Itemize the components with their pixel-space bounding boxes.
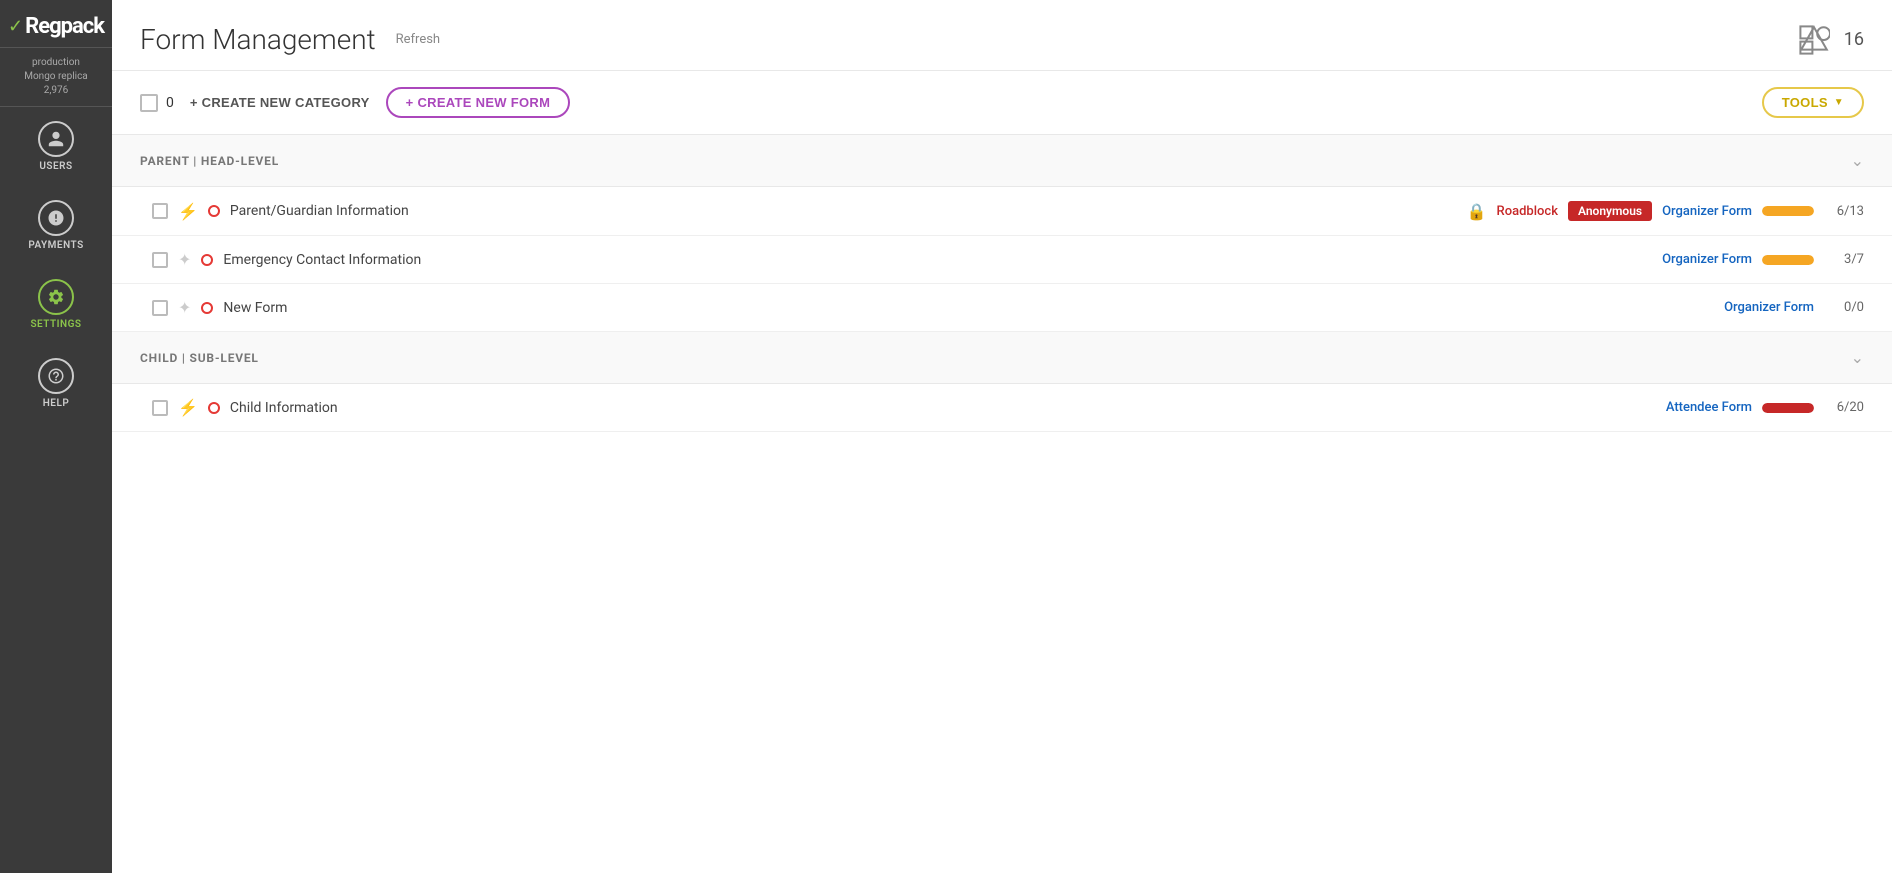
select-all-wrapper: 0 [140,94,174,112]
section-child-chevron-icon: ⌄ [1851,348,1864,367]
circle-status-icon [201,302,213,314]
users-label: USERS [39,161,72,172]
form-count: 6/13 [1824,204,1864,219]
anonymous-badge: Anonymous [1568,201,1652,221]
form-checkbox[interactable] [152,203,168,219]
circle-status-icon [208,205,220,217]
tools-chevron-icon: ▼ [1834,97,1844,108]
form-checkbox[interactable] [152,252,168,268]
form-name[interactable]: New Form [223,300,1714,316]
question-icon [38,358,74,394]
lock-icon: 🔒 [1467,202,1487,221]
create-form-button[interactable]: + CREATE NEW FORM [386,87,571,118]
form-row: ✦ Emergency Contact Information Organize… [112,236,1892,284]
tools-button[interactable]: TOOLS ▼ [1762,87,1864,118]
progress-bar [1762,255,1814,265]
selected-count: 0 [166,95,174,111]
payments-label: PAYMENTS [28,240,83,251]
lightning-icon: ⚡ [178,398,198,417]
logo-text: Regpack [25,14,104,39]
section-parent-chevron-icon: ⌄ [1851,151,1864,170]
form-count: 0/0 [1824,300,1864,315]
progress-bar [1762,403,1814,413]
notification-count: 16 [1844,29,1864,50]
roadblock-badge: Roadblock [1497,204,1558,219]
form-name[interactable]: Child Information [230,400,1656,416]
form-type-badge[interactable]: Attendee Form [1666,400,1752,415]
main-content: Form Management Refresh 16 0 + CREATE NE… [112,0,1892,873]
form-row: ⚡ Child Information Attendee Form 6/20 [112,384,1892,432]
drag-icon: ✦ [178,298,191,317]
shapes-icon[interactable] [1798,24,1830,56]
section-parent-header[interactable]: PARENT | HEAD-LEVEL ⌄ [112,135,1892,187]
lightning-icon: ⚡ [178,202,198,221]
form-count: 3/7 [1824,252,1864,267]
circle-status-icon [208,402,220,414]
person-icon [38,121,74,157]
tools-label: TOOLS [1782,95,1828,110]
progress-bar [1762,206,1814,216]
circle-status-icon [201,254,213,266]
progress-fill [1762,403,1814,413]
sidebar-info: production Mongo replica 2,976 [0,48,112,107]
progress-fill [1762,255,1814,265]
select-all-checkbox[interactable] [140,94,158,112]
sidebar-item-users[interactable]: USERS [0,107,112,186]
form-row: ⚡ Parent/Guardian Information 🔒 Roadbloc… [112,187,1892,236]
progress-fill [1762,206,1814,216]
sidebar-item-help[interactable]: HELP [0,344,112,423]
form-name[interactable]: Parent/Guardian Information [230,203,1457,219]
logo: ✓ Regpack [0,0,112,48]
form-badges: 🔒 Roadblock Anonymous Organizer Form 6/1… [1467,201,1864,221]
form-type-badge[interactable]: Organizer Form [1662,204,1752,219]
refresh-link[interactable]: Refresh [396,32,440,47]
section-child-header[interactable]: CHILD | SUB-LEVEL ⌄ [112,332,1892,384]
create-category-button[interactable]: + CREATE NEW CATEGORY [190,95,370,110]
form-badges: Attendee Form 6/20 [1666,400,1864,415]
form-badges: Organizer Form 0/0 [1724,300,1864,315]
sidebar-nav: USERS PAYMENTS SETTINGS HELP [0,107,112,873]
sidebar: ✓ Regpack production Mongo replica 2,976… [0,0,112,873]
page-header: Form Management Refresh 16 [112,5,1892,71]
settings-label: SETTINGS [30,319,81,330]
page-title: Form Management [140,23,376,56]
form-badges: Organizer Form 3/7 [1662,252,1864,267]
toolbar: 0 + CREATE NEW CATEGORY + CREATE NEW FOR… [112,71,1892,135]
form-type-badge[interactable]: Organizer Form [1662,252,1752,267]
form-name[interactable]: Emergency Contact Information [223,252,1652,268]
form-checkbox[interactable] [152,300,168,316]
form-checkbox[interactable] [152,400,168,416]
section-child-title: CHILD | SUB-LEVEL [140,351,259,365]
logo-check-icon: ✓ [8,16,23,37]
sidebar-item-settings[interactable]: SETTINGS [0,265,112,344]
coins-icon [38,200,74,236]
section-parent-title: PARENT | HEAD-LEVEL [140,154,279,168]
drag-icon: ✦ [178,250,191,269]
form-row: ✦ New Form Organizer Form 0/0 [112,284,1892,332]
form-count: 6/20 [1824,400,1864,415]
form-type-badge[interactable]: Organizer Form [1724,300,1814,315]
gear-icon [38,279,74,315]
header-right: 16 [1798,24,1864,56]
sidebar-item-payments[interactable]: PAYMENTS [0,186,112,265]
help-label: HELP [43,398,70,409]
